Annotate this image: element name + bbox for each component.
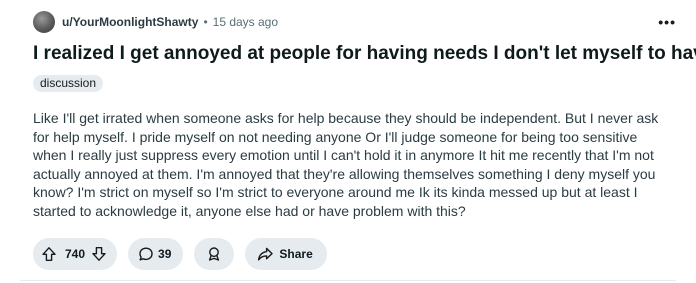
comment-count: 39 — [158, 247, 172, 261]
author-name[interactable]: u/YourMoonlightShawty — [62, 15, 198, 29]
share-button[interactable]: Share — [245, 238, 327, 270]
comment-bubble-icon — [138, 246, 154, 262]
post-title[interactable]: I realized I get annoyed at people for h… — [33, 42, 696, 66]
post-header: u/YourMoonlightShawty • 15 days ago ••• — [33, 9, 676, 35]
post-card: u/YourMoonlightShawty • 15 days ago ••• … — [0, 0, 696, 283]
avatar[interactable] — [33, 11, 55, 33]
share-arrow-icon — [257, 246, 274, 262]
post-timestamp: 15 days ago — [212, 15, 279, 29]
upvote-arrow-icon[interactable] — [41, 246, 57, 262]
more-dots-icon[interactable]: ••• — [658, 15, 676, 29]
post-body: Like I'll get irrated when someone asks … — [33, 110, 659, 219]
award-icon — [206, 246, 222, 262]
downvote-arrow-icon[interactable] — [91, 246, 107, 262]
flair-badge[interactable]: discussion — [33, 75, 104, 92]
post-divider — [20, 280, 676, 281]
award-button[interactable] — [194, 238, 235, 270]
vote-count: 740 — [65, 247, 86, 261]
action-bar: 740 39 Share — [33, 238, 338, 270]
share-label: Share — [279, 247, 313, 261]
comments-button[interactable]: 39 — [128, 238, 184, 270]
vote-control: 740 — [33, 238, 118, 270]
meta-separator: • — [203, 15, 208, 29]
